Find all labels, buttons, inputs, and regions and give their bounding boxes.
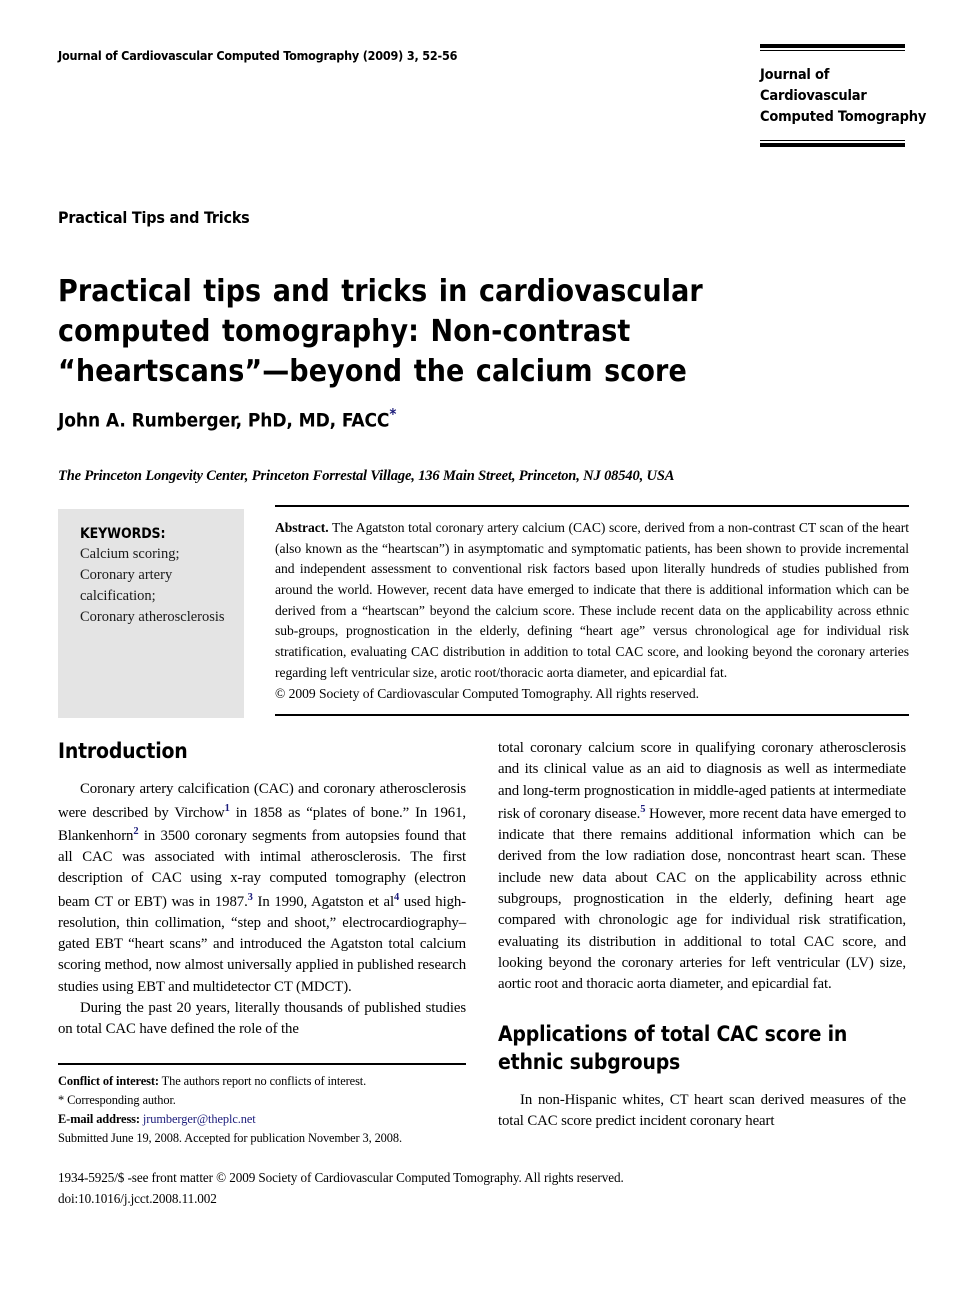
section-heading-introduction: Introduction [58, 739, 188, 763]
keywords-panel: KEYWORDS: Calcium scoring; Coronary arte… [58, 509, 244, 718]
journal-logo-block: Journal of Cardiovascular Computed Tomog… [760, 44, 927, 148]
paragraph: In non-Hispanic whites, CT heart scan de… [498, 1092, 906, 1130]
page-title: Practical tips and tricks in cardiovascu… [58, 274, 703, 389]
author-name: John A. Rumberger, PhD, MD, FACC [58, 409, 390, 432]
abstract-rule-bottom [275, 713, 909, 716]
journal-article-page: Journal of Cardiovascular Computed Tomog… [0, 0, 960, 1290]
abstract-label-text: Abstract [275, 520, 326, 535]
body-column-left: Introduction Coronary artery calcificati… [58, 738, 466, 1041]
footnote-email: E-mail address: jrumberger@theplc.net [58, 1110, 466, 1129]
abstract-block: Abstract. The Agatston total coronary ar… [275, 505, 909, 716]
keywords-heading: KEYWORDS: [80, 526, 166, 542]
footnotes-block: Conflict of interest: The authors report… [58, 1063, 466, 1147]
abstract-copyright: © 2009 Society of Cardiovascular Compute… [275, 686, 699, 702]
logo-line-3: Computed Tomography [760, 109, 927, 126]
keyword-item: Calcium scoring; [80, 546, 180, 562]
abstract-rule-top [275, 505, 909, 507]
abstract-text: The Agatston total coronary artery calci… [275, 520, 909, 680]
body-column-right: total coronary calcium score in qualifyi… [498, 738, 906, 1133]
author-byline: John A. Rumberger, PhD, MD, FACC* [58, 405, 396, 431]
abstract-body: Abstract. The Agatston total coronary ar… [275, 518, 909, 705]
author-affiliation: The Princeton Longevity Center, Princeto… [58, 468, 675, 484]
paragraph: total coronary calcium score in qualifyi… [498, 738, 906, 995]
footnote-conflict-of-interest: Conflict of interest: The authors report… [58, 1072, 466, 1091]
text-run: However, more recent data have emerged t… [498, 805, 906, 993]
corresponding-author-marker: * [389, 405, 397, 423]
footnote-corresponding-author: * Corresponding author. [58, 1092, 176, 1107]
email-link[interactable]: jrumberger@theplc.net [140, 1112, 256, 1126]
running-head: Journal of Cardiovascular Computed Tomog… [58, 48, 458, 63]
text-run: In 1990, Agatston et al [252, 893, 395, 910]
bottom-matter: 1934-5925/$ -see front matter © 2009 Soc… [58, 1168, 624, 1210]
paragraph: Coronary artery calcification (CAC) and … [58, 779, 466, 998]
article-category: Practical Tips and Tricks [58, 208, 250, 227]
abstract-label: Abstract. [275, 520, 329, 535]
footnote-email-label: E-mail address: [58, 1111, 140, 1126]
logo-line-2: Cardiovascular [760, 88, 867, 105]
footnote-submission-dates: Submitted June 19, 2008. Accepted for pu… [58, 1130, 402, 1145]
paragraph: During the past 20 years, literally thou… [58, 1000, 466, 1038]
logo-rule-bottom [760, 140, 905, 148]
logo-rule-top [760, 44, 905, 51]
logo-line-1: Journal of [760, 67, 830, 83]
footnote-conflict-text: The authors report no conflicts of inter… [158, 1074, 367, 1088]
keyword-item: Coronary artery [80, 567, 173, 584]
keyword-item: Coronary atherosclerosis [80, 609, 225, 626]
footnote-rule [58, 1063, 466, 1065]
footnote-conflict-label: Conflict of interest: [58, 1074, 159, 1088]
section-heading-applications: Applications of total CAC score in ethni… [498, 1022, 848, 1074]
doi-line[interactable]: doi:10.1016/j.jcct.2008.11.002 [58, 1189, 624, 1210]
issn-copyright-line: 1934-5925/$ -see front matter © 2009 Soc… [58, 1170, 624, 1185]
keyword-item: calcification; [80, 588, 156, 605]
